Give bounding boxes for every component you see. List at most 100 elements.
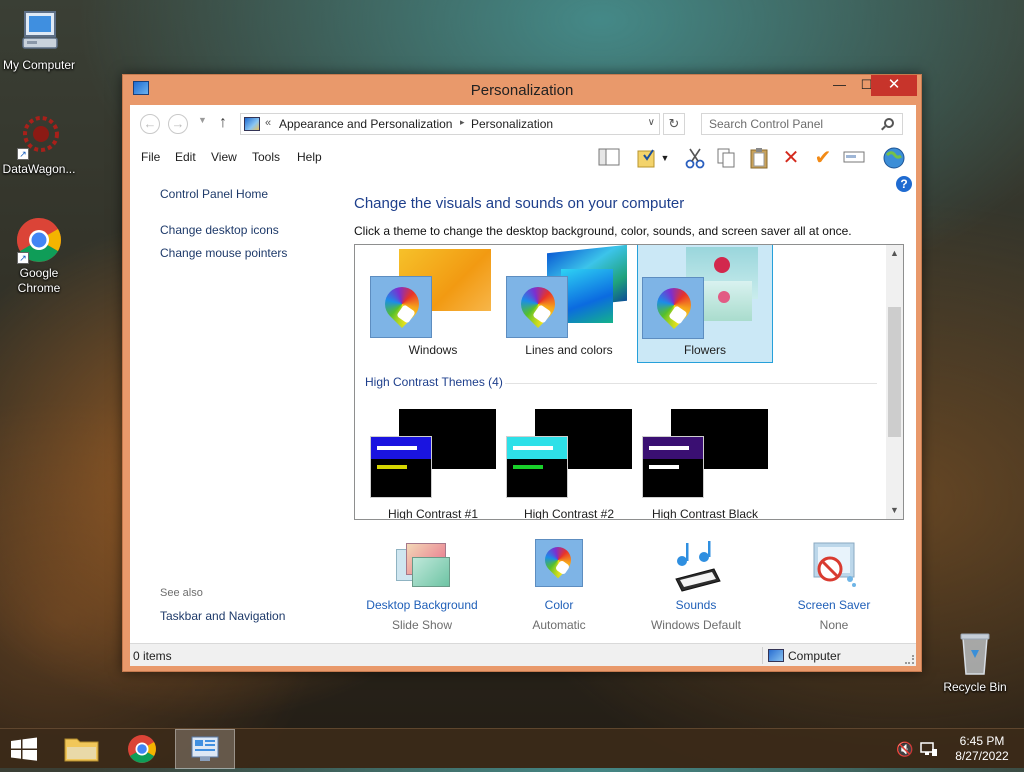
- file-explorer-button[interactable]: [52, 729, 112, 769]
- desktop-icon-my-computer[interactable]: My Computer: [0, 8, 78, 73]
- breadcrumb-separator-icon[interactable]: ▸: [460, 117, 465, 128]
- resize-grip[interactable]: [905, 655, 914, 664]
- desktop-icon-datawagon[interactable]: ↗ DataWagon...: [0, 112, 78, 177]
- windows-logo-icon: [11, 737, 37, 761]
- address-bar[interactable]: « Appearance and Personalization ▸ Perso…: [240, 113, 660, 135]
- start-button[interactable]: [0, 729, 60, 769]
- sounds-tile[interactable]: Sounds Windows Default: [636, 539, 756, 632]
- folder-icon: [64, 738, 99, 762]
- desktop-icon-google-chrome[interactable]: ↗ Google Chrome: [0, 216, 78, 296]
- copy-icon[interactable]: [714, 147, 738, 169]
- breadcrumb-appearance[interactable]: Appearance and Personalization: [279, 117, 452, 131]
- high-contrast-group-label[interactable]: High Contrast Themes (4): [365, 375, 503, 389]
- desktop-background-icon: [392, 539, 452, 595]
- chrome-icon: ↗: [15, 216, 63, 264]
- up-button[interactable]: ↑: [219, 114, 227, 132]
- theme-high-contrast-2[interactable]: [501, 403, 637, 519]
- search-input[interactable]: [702, 114, 877, 134]
- menu-file[interactable]: File: [141, 150, 160, 164]
- search-icon[interactable]: [884, 118, 894, 128]
- theme-lines-and-colors[interactable]: Lines and colors: [501, 245, 637, 363]
- minimize-button[interactable]: —: [826, 75, 853, 96]
- color-value: Automatic: [532, 618, 586, 632]
- refresh-button[interactable]: ↻: [663, 113, 685, 135]
- taskbar-navigation-link[interactable]: Taskbar and Navigation: [160, 609, 285, 623]
- system-clock[interactable]: 6:45 PM 8/27/2022: [946, 734, 1018, 764]
- screen-saver-value: None: [819, 618, 849, 632]
- color-tile[interactable]: Color Automatic: [499, 539, 619, 632]
- title-bar[interactable]: Personalization — ☐ ✕: [123, 75, 921, 105]
- color-fan-icon: [642, 277, 704, 339]
- theme-label: Flowers: [683, 343, 726, 357]
- sounds-link[interactable]: Sounds: [636, 598, 756, 612]
- search-box[interactable]: [701, 113, 903, 135]
- help-icon[interactable]: ?: [896, 176, 912, 192]
- personalization-window: Personalization — ☐ ✕ ← → ▼ ↑ « Appearan…: [122, 74, 922, 672]
- desktop-icon-recycle-bin[interactable]: Recycle Bin: [936, 630, 1014, 695]
- page-description: Click a theme to change the desktop back…: [354, 224, 852, 238]
- layout-icon[interactable]: [597, 147, 621, 169]
- screen-saver-link[interactable]: Screen Saver: [774, 598, 894, 612]
- close-button[interactable]: ✕: [871, 75, 917, 96]
- theme-list-scrollbar[interactable]: ▲ ▼: [886, 245, 903, 519]
- shortcut-arrow-icon: ↗: [17, 252, 29, 264]
- recycle-bin-icon: [951, 630, 999, 678]
- clock-time: 6:45 PM: [959, 734, 1005, 748]
- computer-icon: [15, 8, 63, 56]
- screen-saver-tile[interactable]: Screen Saver None: [774, 539, 894, 632]
- scroll-thumb[interactable]: [888, 307, 901, 437]
- rename-icon[interactable]: [842, 147, 866, 169]
- desktop-background-link[interactable]: Desktop Background: [362, 598, 482, 612]
- color-fan-icon: [370, 276, 432, 338]
- taskbar: 🔇 6:45 PM 8/27/2022: [0, 728, 1024, 769]
- color-link[interactable]: Color: [499, 598, 619, 612]
- theme-label: High Contrast #1: [387, 507, 479, 520]
- change-mouse-pointers-link[interactable]: Change mouse pointers: [160, 246, 287, 260]
- breadcrumb-overflow[interactable]: «: [265, 117, 271, 129]
- theme-list[interactable]: Windows Lines and colors Flowers High Co…: [354, 244, 904, 520]
- theme-preview-flowers-2: [704, 281, 752, 321]
- folder-options-dropdown[interactable]: ▼: [658, 147, 672, 169]
- hc-preview-front: [506, 436, 568, 498]
- theme-flowers[interactable]: Flowers: [637, 245, 773, 363]
- control-panel-home-link[interactable]: Control Panel Home: [160, 187, 268, 201]
- theme-high-contrast-black[interactable]: [637, 403, 773, 519]
- control-panel-taskbar-button[interactable]: [175, 729, 235, 769]
- address-row: ← → ▼ ↑ « Appearance and Personalization…: [130, 105, 916, 143]
- scroll-up-icon[interactable]: ▲: [886, 245, 903, 262]
- sounds-icon: [666, 539, 726, 595]
- status-item-count: 0 items: [133, 649, 172, 663]
- checkmark-icon[interactable]: ✔: [811, 147, 835, 169]
- desktop-background-tile[interactable]: Desktop Background Slide Show: [362, 539, 482, 632]
- color-fan-icon: [506, 276, 568, 338]
- network-icon[interactable]: [920, 741, 938, 760]
- hc-preview-front: [642, 436, 704, 498]
- forward-button[interactable]: →: [168, 114, 188, 134]
- menu-edit[interactable]: Edit: [175, 150, 196, 164]
- scroll-down-icon[interactable]: ▼: [886, 502, 903, 519]
- volume-muted-icon[interactable]: 🔇: [896, 741, 913, 758]
- menu-help[interactable]: Help: [297, 150, 322, 164]
- screen-saver-icon: [804, 539, 864, 595]
- menu-tools[interactable]: Tools: [252, 150, 280, 164]
- window-client-area: ← → ▼ ↑ « Appearance and Personalization…: [130, 105, 916, 666]
- cut-icon[interactable]: [683, 147, 707, 169]
- folder-check-icon[interactable]: [635, 147, 659, 169]
- menu-view[interactable]: View: [211, 150, 237, 164]
- chrome-icon: [128, 735, 156, 763]
- recent-locations-dropdown[interactable]: ▼: [198, 115, 207, 125]
- color-icon: [529, 539, 589, 595]
- theme-label: High Contrast #2: [523, 507, 615, 520]
- paste-icon[interactable]: [747, 147, 771, 169]
- theme-windows[interactable]: Windows: [365, 245, 501, 363]
- delete-icon[interactable]: ✕: [779, 147, 803, 169]
- address-dropdown-icon[interactable]: ∨: [648, 117, 655, 128]
- change-desktop-icons-link[interactable]: Change desktop icons: [160, 223, 279, 237]
- breadcrumb-personalization[interactable]: Personalization: [471, 117, 553, 131]
- desktop-icon-label: Google Chrome: [17, 266, 61, 295]
- globe-icon[interactable]: [882, 147, 906, 169]
- control-panel-icon: [191, 736, 219, 761]
- theme-high-contrast-1[interactable]: [365, 403, 501, 519]
- back-button[interactable]: ←: [140, 114, 160, 134]
- chrome-taskbar-button[interactable]: [112, 729, 172, 769]
